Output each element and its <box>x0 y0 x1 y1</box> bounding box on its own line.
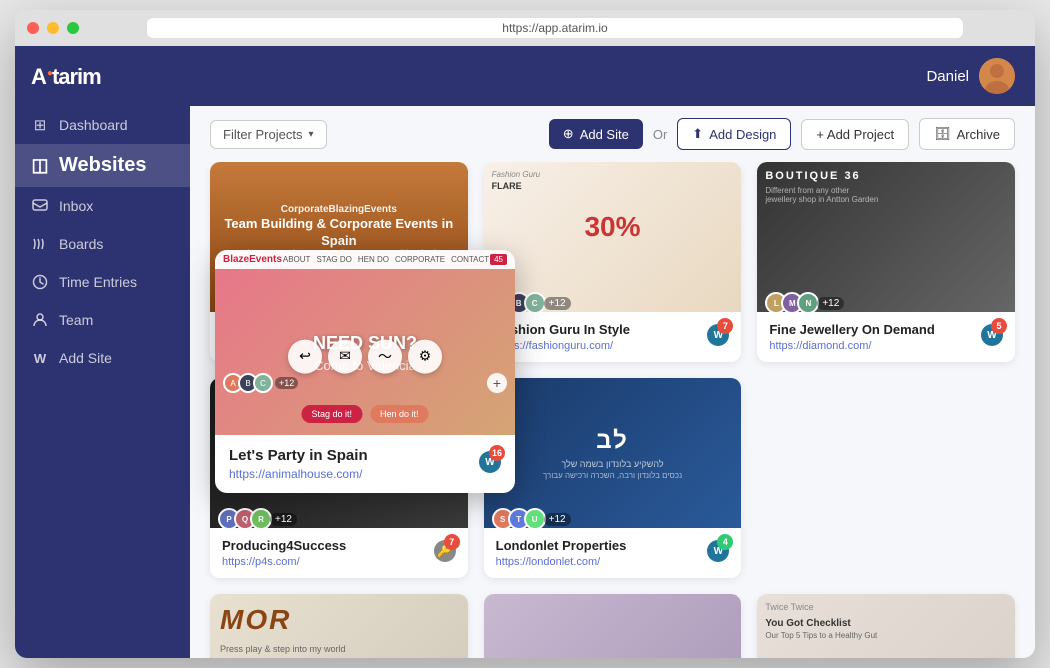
websites-label: Websites <box>59 154 146 177</box>
archive-button[interactable]: 🗄 Archive <box>919 118 1015 150</box>
archive-icon: 🗄 <box>934 126 951 142</box>
notif-badge: 5 <box>991 318 1007 334</box>
toolbar: Filter Projects ▾ ⊕ Add Site Or ⬆ Add De… <box>190 106 1035 162</box>
project-card-london[interactable]: לב להשקיע בלונדון בשמה שלך נכסים בלונדון… <box>484 378 742 578</box>
add-project-button[interactable]: + Add Project <box>801 119 909 150</box>
minimize-dot[interactable] <box>47 22 59 34</box>
filter-label: Filter Projects <box>223 127 302 142</box>
sidebar-item-dashboard[interactable]: ⊞ Dashboard <box>15 106 190 144</box>
close-dot[interactable] <box>27 22 39 34</box>
add-site-label: Add Site <box>580 127 629 142</box>
add-site-button[interactable]: ⊕ Add Site <box>549 119 643 149</box>
card-title: Fashion Guru In Style <box>496 322 708 337</box>
notif-badge-featured: 16 <box>489 445 505 461</box>
featured-card-footer: Let's Party in Spain https://animalhouse… <box>215 435 515 493</box>
card-title: Fine Jewellery On Demand <box>769 322 981 337</box>
user-name: Daniel <box>926 68 969 85</box>
browser-bar: https://app.atarim.io <box>15 10 1035 46</box>
user-info: Daniel <box>926 58 1015 94</box>
filter-dropdown[interactable]: Filter Projects ▾ <box>210 120 327 149</box>
share-icon[interactable]: ↩ <box>288 339 322 373</box>
card-footer-jewellery: Fine Jewellery On Demand https://diamond… <box>757 312 1015 362</box>
featured-card-blazing[interactable]: BlazeEvents ABOUTSTAG DOHEN DOCORPORATEC… <box>215 250 515 493</box>
card-title: Londonlet Properties <box>496 538 708 553</box>
settings-icon[interactable]: ⚙ <box>408 339 442 373</box>
time-icon <box>31 273 49 291</box>
stag-button[interactable]: Stag do it! <box>301 405 362 423</box>
sidebar-item-websites[interactable]: ◫ Websites <box>15 144 190 187</box>
sidebar-item-label: Dashboard <box>59 117 128 133</box>
or-text: Or <box>653 127 667 142</box>
sidebar-item-time[interactable]: Time Entries <box>15 263 190 301</box>
upload-icon: ⬆ <box>692 126 703 142</box>
card-url: https://fashionguru.com/ <box>496 340 708 352</box>
sidebar-item-label: Team <box>59 312 93 328</box>
sidebar-item-label: Inbox <box>59 198 93 214</box>
sidebar-item-team[interactable]: Team <box>15 301 190 339</box>
notif-badge: 4 <box>717 534 733 550</box>
archive-label: Archive <box>957 127 1000 142</box>
notif-badge: 7 <box>444 534 460 550</box>
project-card-gut[interactable]: Twice Twice You Got Checklist Our Top 5 … <box>757 594 1015 658</box>
add-design-button[interactable]: ⬆ Add Design <box>677 118 791 150</box>
team-icon <box>31 311 49 329</box>
chevron-down-icon: ▾ <box>308 129 313 140</box>
card-url: https://londonlet.com/ <box>496 556 708 568</box>
dashboard-icon: ⊞ <box>31 116 49 134</box>
project-card-fashion[interactable]: Fashion Guru FLARE 30% ↩ ✉ 〜 ⚙ <box>484 162 742 362</box>
card-url: https://p4s.com/ <box>222 556 434 568</box>
sidebar-item-addsite[interactable]: W Add Site <box>15 339 190 377</box>
sidebar-item-boards[interactable]: Boards <box>15 225 190 263</box>
card-footer-music: Producing4Success https://p4s.com/ 🔑 7 <box>210 528 468 578</box>
browser-window: https://app.atarim.io A●tarim ⊞ Dashboar… <box>15 10 1035 658</box>
inbox-icon <box>31 197 49 215</box>
card-image-mor: MOR Press play & step into my world Mor … <box>210 594 468 658</box>
card-title: Producing4Success <box>222 538 434 553</box>
featured-card-title: Let's Party in Spain <box>229 447 368 464</box>
sidebar-item-inbox[interactable]: Inbox <box>15 187 190 225</box>
add-member-button[interactable]: + <box>487 373 507 393</box>
app-container: A●tarim ⊞ Dashboard ◫ Websites <box>15 46 1035 658</box>
boards-icon <box>31 235 49 253</box>
featured-card-image: BlazeEvents ABOUTSTAG DOHEN DOCORPORATEC… <box>215 250 515 435</box>
websites-icon: ◫ <box>31 157 49 175</box>
card-image-fashion: Fashion Guru FLARE 30% ↩ ✉ 〜 ⚙ <box>484 162 742 312</box>
user-avatar[interactable] <box>979 58 1015 94</box>
add-design-label: Add Design <box>709 127 776 142</box>
wp-icon: ⊕ <box>563 126 574 142</box>
sidebar-item-label: Add Site <box>59 350 112 366</box>
sidebar-item-label: Time Entries <box>59 274 137 290</box>
email-icon[interactable]: ✉ <box>328 339 362 373</box>
card-image-jewellery: BOUTIQUE 36 Different from any other jew… <box>757 162 1015 312</box>
logo-icon: A●tarim <box>31 64 101 90</box>
analytics-icon[interactable]: 〜 <box>368 339 402 373</box>
card-url: https://diamond.com/ <box>769 340 981 352</box>
featured-card-url: https://animalhouse.com/ <box>229 467 368 481</box>
project-card-fashion2[interactable]: Fashion Y Z A Fashion In <box>484 594 742 658</box>
card-image-london: לב להשקיע בלונדון בשמה שלך נכסים בלונדון… <box>484 378 742 528</box>
sidebar: A●tarim ⊞ Dashboard ◫ Websites <box>15 46 190 658</box>
notif-badge: 7 <box>717 318 733 334</box>
hen-button[interactable]: Hen do it! <box>370 405 429 423</box>
url-bar[interactable]: https://app.atarim.io <box>147 18 963 38</box>
card-image-fashion2: Fashion <box>484 594 742 658</box>
project-card-jewellery[interactable]: BOUTIQUE 36 Different from any other jew… <box>757 162 1015 362</box>
add-project-label: + Add Project <box>816 127 894 142</box>
sidebar-logo[interactable]: A●tarim <box>15 46 190 106</box>
addsite-icon: W <box>31 349 49 367</box>
card-image-gut: Twice Twice You Got Checklist Our Top 5 … <box>757 594 1015 658</box>
sidebar-item-label: Boards <box>59 236 103 252</box>
card-footer-fashion: Fashion Guru In Style https://fashiongur… <box>484 312 742 362</box>
card-footer-london: Londonlet Properties https://londonlet.c… <box>484 528 742 578</box>
top-header: Daniel <box>190 46 1035 106</box>
maximize-dot[interactable] <box>67 22 79 34</box>
project-card-mor[interactable]: MOR Press play & step into my world Mor … <box>210 594 468 658</box>
